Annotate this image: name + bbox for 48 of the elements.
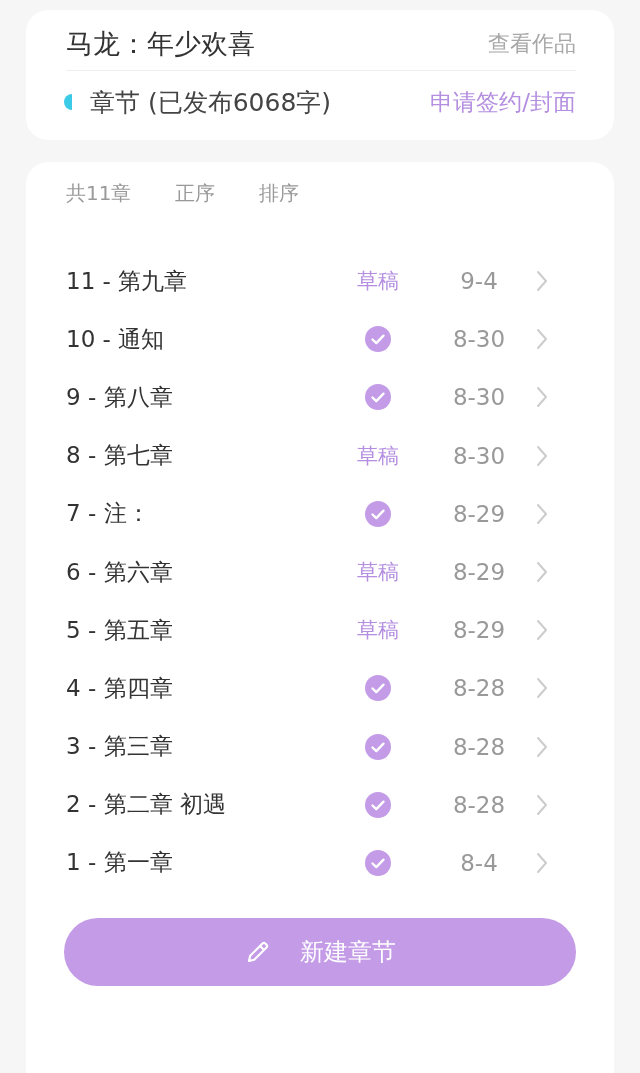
draft-label: 草稿: [357, 617, 399, 645]
chevron-right-icon[interactable]: [536, 386, 548, 409]
chapter-title[interactable]: 3 - 第三章: [66, 731, 316, 763]
check-icon: [365, 675, 391, 702]
chapter-date: 8-30: [451, 384, 507, 411]
draft-label: 草稿: [357, 268, 399, 296]
chapter-date: 8-30: [451, 326, 507, 353]
chevron-right-icon[interactable]: [536, 851, 548, 874]
check-icon: [365, 500, 391, 527]
section-marker-icon: [64, 94, 72, 110]
chapter-date: 9-4: [459, 268, 499, 295]
chapter-date: 8-28: [451, 675, 507, 702]
chapter-date: 8-30: [451, 442, 507, 469]
chapter-title[interactable]: 10 - 通知: [66, 323, 316, 355]
chapter-title[interactable]: 6 - 第六章: [66, 556, 316, 588]
chapter-title[interactable]: 2 - 第二章 初遇: [66, 789, 316, 821]
chapter-title[interactable]: 4 - 第四章: [66, 672, 316, 704]
check-icon: [365, 791, 391, 818]
chevron-right-icon[interactable]: [536, 328, 548, 351]
chevron-right-icon[interactable]: [536, 561, 548, 584]
chevron-right-icon[interactable]: [536, 677, 548, 700]
chapter-title[interactable]: 5 - 第五章: [66, 614, 316, 646]
chapter-title[interactable]: 9 - 第八章: [66, 381, 316, 413]
chapter-date: 8-29: [451, 559, 507, 586]
chapter-title[interactable]: 8 - 第七章: [66, 440, 316, 472]
chapter-title[interactable]: 7 - 注：: [66, 498, 316, 530]
check-icon: [365, 849, 391, 876]
check-icon: [365, 733, 391, 760]
chevron-right-icon[interactable]: [536, 270, 548, 293]
chevron-right-icon[interactable]: [536, 793, 548, 816]
section-label: 章节 (已发布6068字): [90, 86, 333, 119]
chevron-right-icon[interactable]: [536, 502, 548, 525]
chevron-right-icon[interactable]: [536, 619, 548, 642]
chapter-date: 8-28: [451, 733, 507, 760]
chevron-right-icon[interactable]: [536, 735, 548, 758]
chapter-date: 8-28: [451, 791, 507, 818]
chevron-right-icon[interactable]: [536, 444, 548, 467]
chapter-count: 共11章: [66, 179, 132, 207]
chapter-title[interactable]: 1 - 第一章: [66, 847, 316, 879]
chapter-date: 8-4: [459, 849, 499, 876]
chapter-date: 8-29: [451, 617, 507, 644]
check-icon: [365, 326, 391, 353]
draft-label: 草稿: [357, 559, 399, 587]
check-icon: [365, 384, 391, 411]
draft-label: 草稿: [357, 442, 399, 470]
work-title: 马龙：年少欢喜: [66, 27, 255, 61]
chapter-title[interactable]: 11 - 第九章: [66, 265, 316, 297]
chapter-date: 8-29: [451, 500, 507, 527]
